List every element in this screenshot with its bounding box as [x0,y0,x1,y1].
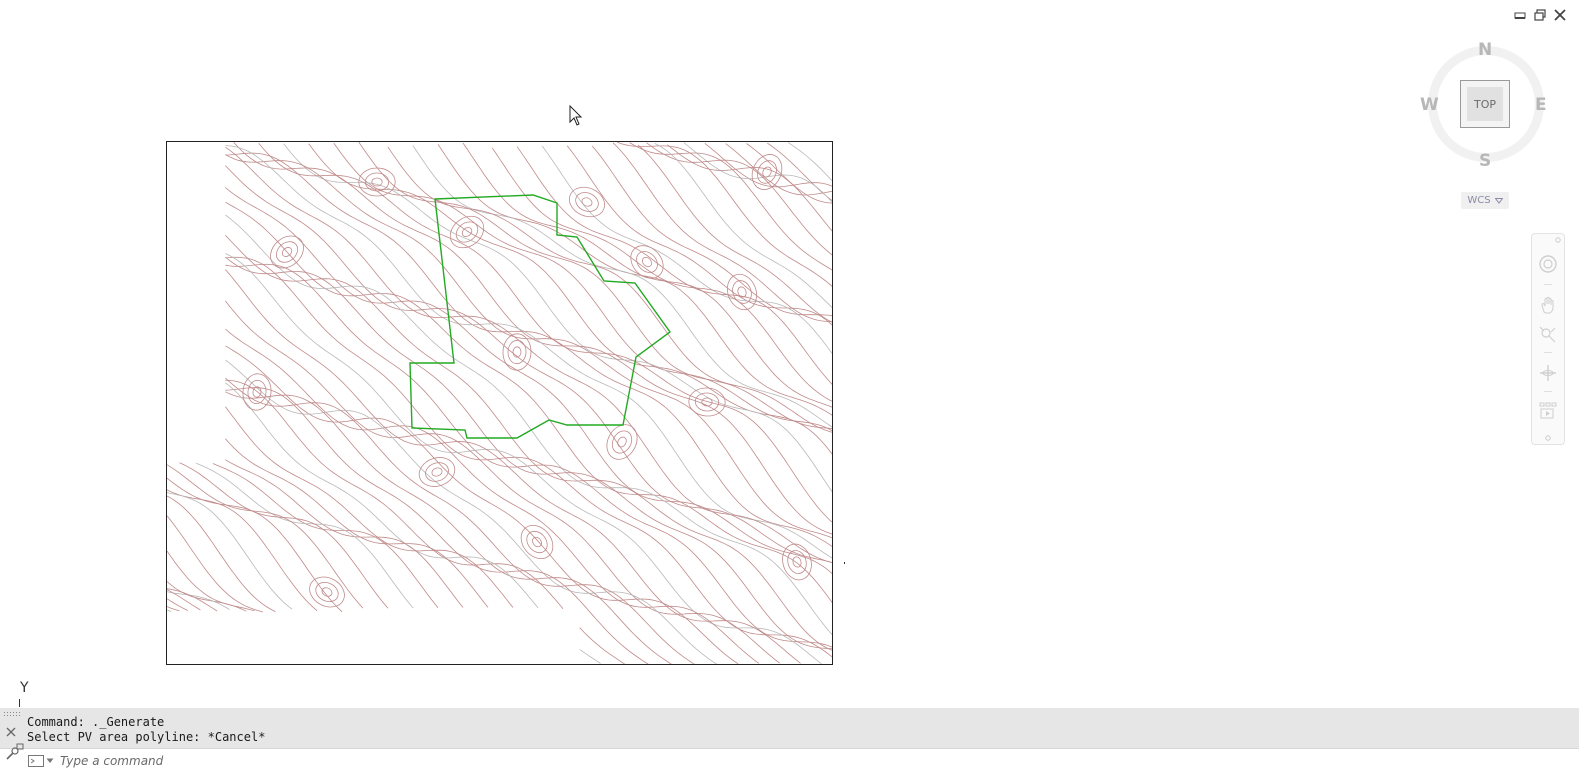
restore-icon[interactable] [1533,8,1547,22]
contour-loop [431,467,443,477]
ucs-y-label: Y [20,680,29,696]
ucs-icon: Y [18,680,38,707]
wcs-menu[interactable]: WCS [1461,192,1509,209]
contour-loop [606,424,638,460]
contour-line [225,391,672,664]
viewcube[interactable]: N S E W TOP [1418,38,1554,172]
mouse-cursor-icon [569,105,583,126]
contour-line [212,463,439,608]
contour-line [225,407,579,665]
contour-loop [617,436,627,448]
compass-west[interactable]: W [1420,95,1439,115]
contour-loop [321,587,333,597]
contour-loop [726,273,758,311]
contour-loop [575,192,599,212]
contour-loop [418,457,456,487]
command-prompt-icon [28,755,44,767]
contour-loop [757,160,777,184]
contour-line [283,143,832,493]
contour-line [225,146,832,563]
close-command-line-icon[interactable] [5,726,17,738]
contour-line [196,462,414,609]
contour-loop [636,251,658,273]
chevron-down-icon [1494,197,1503,204]
contour-line [225,359,718,664]
compass-east[interactable]: E [1535,95,1547,115]
customize-wrench-icon[interactable] [4,743,24,761]
contour-map [167,142,832,665]
wcs-label: WCS [1467,195,1491,206]
command-history: Command: ._Generate Select PV area polyl… [0,708,1579,748]
compass-south[interactable]: S [1479,151,1491,171]
drawing-viewport[interactable] [166,141,833,665]
viewcube-face[interactable]: TOP [1460,80,1510,128]
contour-line [437,144,832,416]
full-navigation-wheel-icon[interactable] [1537,253,1559,275]
contour-loop [787,550,807,574]
contour-line [167,550,255,612]
contour-line [225,379,626,664]
contour-line [225,145,832,559]
navbar-close-icon[interactable] [1555,237,1561,243]
contour-line [646,142,832,256]
contour-loop [512,346,522,358]
showmotion-icon[interactable] [1537,400,1559,422]
contour-line [491,147,832,402]
contour-line [225,263,832,648]
orbit-icon[interactable] [1537,362,1559,384]
contour-loop [507,339,527,365]
command-history-line-2: Select PV area polyline: *Cancel* [27,730,266,744]
close-icon[interactable] [1553,8,1567,22]
contour-line [225,382,601,664]
navigation-bar [1531,233,1565,445]
contour-loop [425,462,449,482]
chevron-down-icon [46,758,54,763]
pan-icon[interactable] [1537,294,1559,316]
contour-line [787,142,832,182]
contour-line [591,145,832,317]
drawing-point [844,562,845,564]
contour-line [612,142,832,323]
command-input-bar [0,743,1579,774]
compass-north[interactable]: N [1478,40,1492,60]
command-history-line-1: Command: ._Generate [27,715,165,729]
contour-loop [751,154,783,190]
contour-line [462,142,832,408]
contour-line [225,152,832,547]
contour-line [167,591,230,610]
contour-loop [526,530,548,554]
contour-loop [688,387,726,417]
contour-loop [782,543,812,581]
contour-line [167,609,172,612]
contour-loop [532,536,542,548]
contour-line [333,142,832,432]
contour-loop [581,197,593,207]
minimize-icon[interactable] [1513,8,1527,22]
contour-line [516,146,832,385]
navbar-menu-icon[interactable] [1545,435,1551,441]
command-input[interactable] [60,752,960,770]
contour-line [225,438,489,608]
recent-commands-button[interactable] [28,754,58,768]
contour-loop [309,576,345,608]
contour-line [225,377,695,664]
zoom-extents-icon[interactable] [1537,324,1559,346]
window-controls [1513,8,1567,22]
viewcube-top-label: TOP [1467,87,1503,121]
contour-line [358,142,832,429]
contour-line [225,256,832,650]
grip-icon[interactable] [4,712,20,718]
contour-line [225,214,832,636]
